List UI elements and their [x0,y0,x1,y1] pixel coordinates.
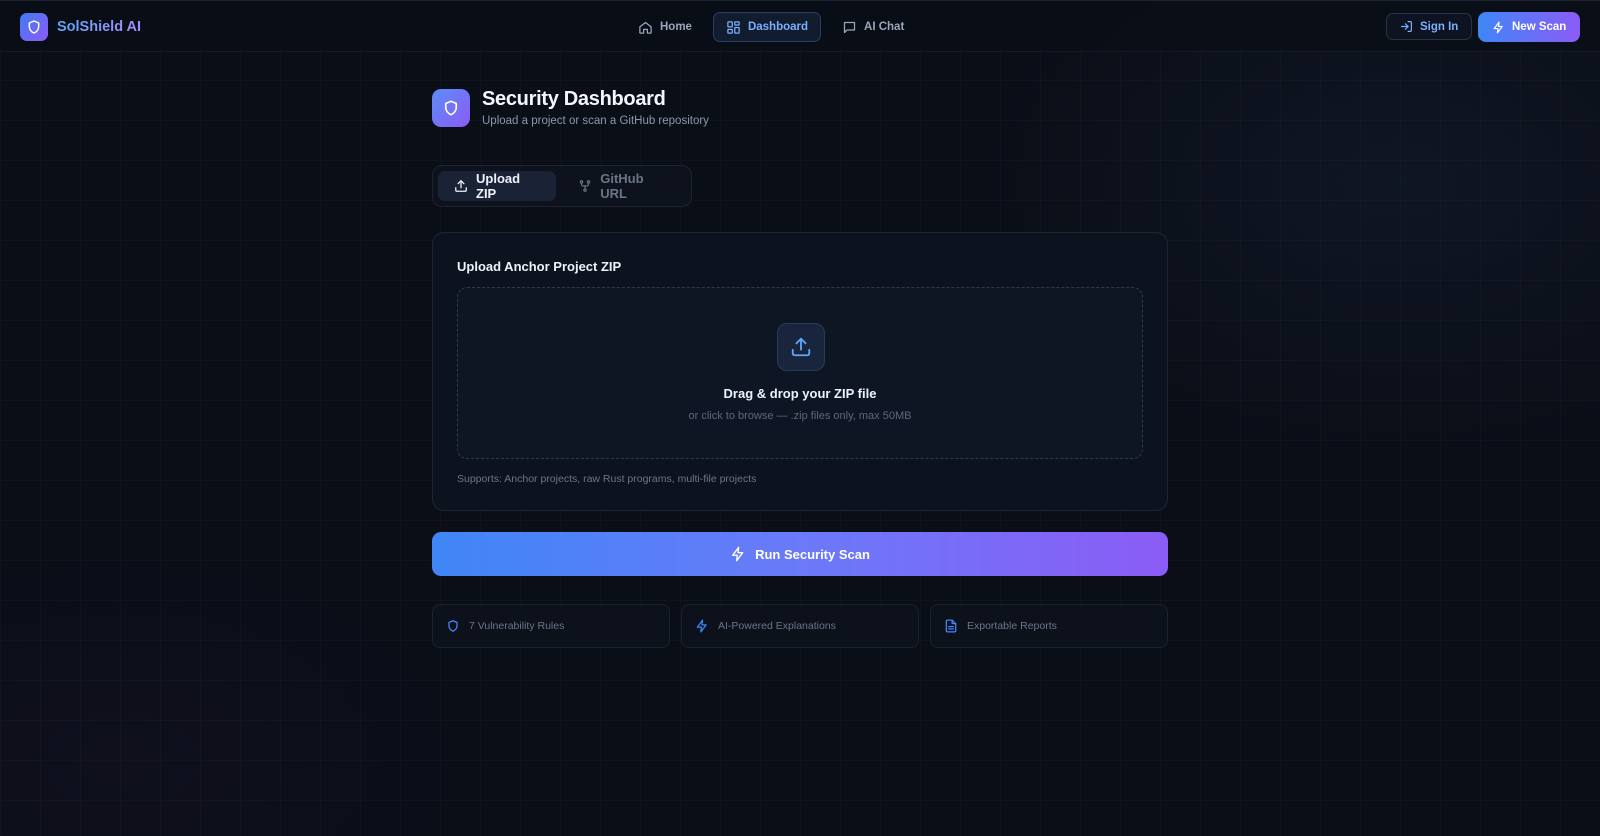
dropzone-subtitle: or click to browse — .zip files only, ma… [688,410,912,422]
top-navbar: SolShield AI Home Dashboard AI Chat Sign… [0,0,1600,52]
nav-item-label: Home [660,21,692,33]
main-nav: Home Dashboard AI Chat [625,12,917,42]
feature-exportable-reports: Exportable Reports [930,604,1168,648]
shield-icon [446,619,460,633]
home-icon [638,20,653,35]
zap-icon [695,619,709,633]
sign-in-button[interactable]: Sign In [1386,13,1473,40]
feature-list: 7 Vulnerability Rules AI-Powered Explana… [432,604,1168,648]
feature-label: 7 Vulnerability Rules [469,620,565,632]
file-text-icon [944,619,958,633]
zap-icon [730,546,746,562]
nav-item-label: AI Chat [864,21,905,33]
page-subtitle: Upload a project or scan a GitHub reposi… [482,115,709,127]
source-tabs: Upload ZIP GitHub URL [432,165,692,207]
nav-item-dashboard[interactable]: Dashboard [712,12,822,42]
log-in-icon [1400,20,1413,33]
nav-item-ai-chat[interactable]: AI Chat [829,12,917,42]
chat-icon [842,20,857,35]
nav-item-home[interactable]: Home [625,12,705,42]
brand[interactable]: SolShield AI [20,13,141,41]
brand-name: SolShield AI [57,19,142,35]
shield-icon [20,13,48,41]
dropzone-title: Drag & drop your ZIP file [723,386,877,401]
feature-label: Exportable Reports [967,620,1057,632]
page-title: Security Dashboard [482,88,666,110]
zip-dropzone[interactable]: Drag & drop your ZIP file or click to br… [457,287,1143,459]
upload-card-title: Upload Anchor Project ZIP [457,259,622,274]
tab-upload-zip[interactable]: Upload ZIP [438,171,557,201]
nav-item-label: Dashboard [747,21,809,33]
tab-label: GitHub URL [600,171,644,201]
supports-text: Supports: Anchor projects, raw Rust prog… [457,473,757,485]
tab-label: Upload ZIP [476,171,521,201]
feature-ai-explanations: AI-Powered Explanations [681,604,919,648]
feature-vulnerability-rules: 7 Vulnerability Rules [432,604,670,648]
upload-card: Upload Anchor Project ZIP Drag & drop yo… [432,232,1168,511]
upload-icon [454,179,468,193]
tab-github-url[interactable]: GitHub URL [562,171,686,201]
git-branch-icon [578,179,592,193]
run-scan-label: Run Security Scan [755,546,870,562]
new-scan-button[interactable]: New Scan [1478,12,1581,42]
shield-icon [432,88,470,127]
upload-icon [777,323,825,371]
zap-icon [1492,20,1505,34]
feature-label: AI-Powered Explanations [718,620,836,632]
page-header: Security Dashboard Upload a project or s… [432,88,709,127]
new-scan-label: New Scan [1512,21,1567,33]
sign-in-label: Sign In [1420,20,1459,33]
run-security-scan-button[interactable]: Run Security Scan [432,532,1168,576]
grid-icon [726,20,741,35]
